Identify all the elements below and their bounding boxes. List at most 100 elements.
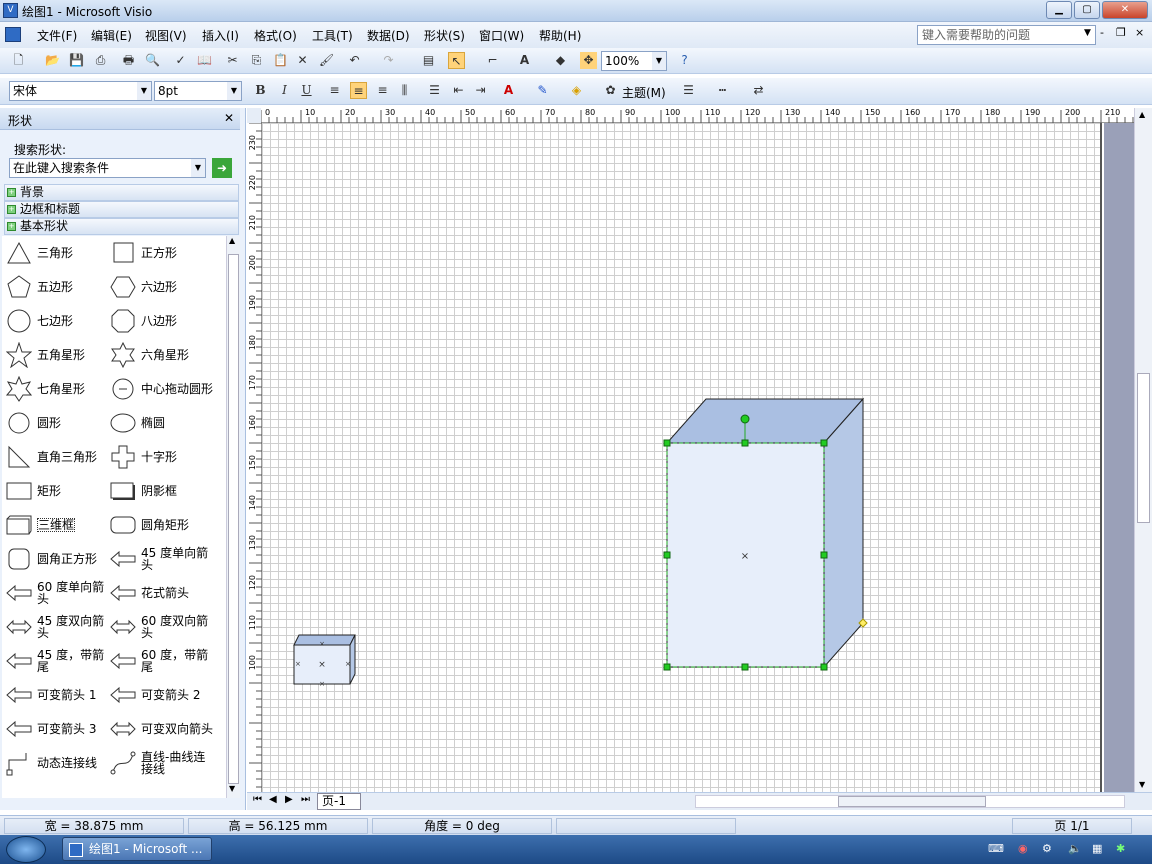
- font-size-select[interactable]: 8pt ▼: [154, 81, 242, 101]
- menu-view[interactable]: 视图(V): [145, 27, 187, 44]
- shape-tail-arrow60[interactable]: 60 度，带箭尾: [110, 648, 208, 674]
- security-tray-icon[interactable]: ✱: [1116, 842, 1125, 855]
- shape-circle[interactable]: 圆形: [6, 410, 61, 436]
- menu-tools[interactable]: 工具(T): [312, 27, 353, 44]
- shape-arrow60[interactable]: 60 度单向箭头: [6, 580, 104, 606]
- theme-icon[interactable]: ✿: [602, 82, 619, 99]
- page-tab[interactable]: 页-1: [317, 793, 361, 810]
- pan-zoom-icon[interactable]: ✥: [580, 52, 597, 69]
- font-color-icon[interactable]: A: [500, 82, 517, 99]
- search-go-button[interactable]: ➜: [212, 158, 232, 178]
- canvas-vertical-scrollbar[interactable]: ▲ ▼: [1134, 108, 1152, 792]
- shape-tail-arrow45[interactable]: 45 度，带箭尾: [6, 648, 104, 674]
- shape-double-arrow45[interactable]: 45 度双向箭头: [6, 614, 104, 640]
- bold-button[interactable]: B: [252, 82, 269, 99]
- undo-icon[interactable]: ↶: [346, 52, 363, 69]
- category-background[interactable]: + 背景: [4, 184, 239, 201]
- increase-indent-icon[interactable]: ⇥: [472, 82, 489, 99]
- shape-triangle[interactable]: 三角形: [6, 240, 73, 266]
- volume-icon[interactable]: 🔈: [1068, 842, 1082, 855]
- stencil-scrollbar[interactable]: ▲ ▼: [226, 236, 240, 798]
- shape-variable-arrow3[interactable]: 可变箭头 3: [6, 716, 96, 742]
- keyboard-tray-icon[interactable]: ⌨: [988, 842, 1004, 855]
- zoom-select[interactable]: 100% ▼: [601, 51, 667, 71]
- paste-icon[interactable]: 📋: [272, 52, 289, 69]
- shape-3d-box[interactable]: 三维框: [6, 512, 76, 538]
- document-icon[interactable]: [5, 27, 21, 42]
- distribute-icon[interactable]: ⫼: [396, 82, 413, 99]
- connector-tool-icon[interactable]: ⌐: [484, 52, 501, 69]
- copy-icon[interactable]: ⎘: [248, 52, 265, 69]
- decrease-indent-icon[interactable]: ⇤: [450, 82, 467, 99]
- shape-star6[interactable]: 六角星形: [110, 342, 189, 368]
- shape-cross[interactable]: 十字形: [110, 444, 177, 470]
- help-search-input[interactable]: 键入需要帮助的问题: [917, 25, 1096, 45]
- prev-page-icon[interactable]: ◀: [269, 794, 277, 805]
- tools-tray-icon[interactable]: ⚙: [1042, 842, 1052, 855]
- shape-variable-double-arrow[interactable]: 可变双向箭头: [110, 716, 213, 742]
- shape-rounded-square[interactable]: 圆角正方形: [6, 546, 97, 572]
- last-page-icon[interactable]: ⏭: [301, 794, 310, 805]
- shape-star5[interactable]: 五角星形: [6, 342, 85, 368]
- italic-button[interactable]: I: [276, 82, 293, 99]
- redo-icon[interactable]: ↷: [380, 52, 397, 69]
- first-page-icon[interactable]: ⏮: [253, 794, 262, 805]
- fill-color-icon[interactable]: ◈: [568, 82, 585, 99]
- cut-icon[interactable]: ✂: [224, 52, 241, 69]
- font-select[interactable]: 宋体 ▼: [9, 81, 152, 101]
- shape-line-curve-connector[interactable]: 直线-曲线连 接线: [110, 750, 205, 776]
- line-pattern-icon[interactable]: ┅: [714, 82, 731, 99]
- shape-star7[interactable]: 七角星形: [6, 376, 85, 402]
- save-icon[interactable]: 💾: [68, 52, 85, 69]
- menu-edit[interactable]: 编辑(E): [91, 27, 132, 44]
- underline-button[interactable]: U: [298, 82, 315, 99]
- text-tool-icon[interactable]: A: [516, 52, 533, 69]
- research-icon[interactable]: 📖: [196, 52, 213, 69]
- shape-shadow-box[interactable]: 阴影框: [110, 478, 177, 504]
- close-button[interactable]: ✕: [1102, 1, 1148, 19]
- start-button[interactable]: [6, 836, 46, 863]
- shape-square[interactable]: 正方形: [110, 240, 177, 266]
- network-icon[interactable]: ▦: [1092, 842, 1102, 855]
- shape-center-circle[interactable]: 中心拖动圆形: [110, 376, 213, 402]
- shape-arrow45[interactable]: 45 度单向箭头: [110, 546, 208, 572]
- shape-variable-arrow2[interactable]: 可变箭头 2: [110, 682, 200, 708]
- category-basic-shapes[interactable]: + 基本形状: [4, 218, 239, 235]
- line-ends-icon[interactable]: ⇄: [750, 82, 767, 99]
- line-color-icon[interactable]: ✎: [534, 82, 551, 99]
- next-page-icon[interactable]: ▶: [285, 794, 293, 805]
- shape-octagon[interactable]: 八边形: [110, 308, 177, 334]
- shape-dynamic-connector[interactable]: 动态连接线: [6, 750, 97, 776]
- align-right-icon[interactable]: ≡: [374, 82, 391, 99]
- shape-pentagon[interactable]: 五边形: [6, 274, 73, 300]
- print-icon[interactable]: ⎙: [92, 52, 109, 69]
- small-3d-box[interactable]: × × × × ×: [293, 634, 356, 688]
- shapes-window-icon[interactable]: ▤: [420, 52, 437, 69]
- doc-close-icon[interactable]: ×: [1135, 26, 1144, 39]
- preview-icon[interactable]: 🔍: [144, 52, 161, 69]
- shape-heptagon[interactable]: 七边形: [6, 308, 73, 334]
- shape-rectangle[interactable]: 矩形: [6, 478, 61, 504]
- search-shapes-input[interactable]: 在此键入搜索条件 ▼: [9, 158, 206, 178]
- shape-rounded-rect[interactable]: 圆角矩形: [110, 512, 189, 538]
- menu-insert[interactable]: 插入(I): [202, 27, 239, 44]
- category-borders-titles[interactable]: + 边框和标题: [4, 201, 239, 218]
- line-weight-icon[interactable]: ☰: [680, 82, 697, 99]
- maximize-button[interactable]: ▢: [1074, 1, 1100, 19]
- menu-data[interactable]: 数据(D): [367, 27, 410, 44]
- taskbar-visio-button[interactable]: 绘图1 - Microsoft ...: [62, 837, 212, 861]
- open-icon[interactable]: 📂: [44, 52, 61, 69]
- new-icon[interactable]: 🗋: [10, 52, 27, 69]
- shape-variable-arrow1[interactable]: 可变箭头 1: [6, 682, 96, 708]
- shape-right-triangle[interactable]: 直角三角形: [6, 444, 97, 470]
- menu-help[interactable]: 帮助(H): [539, 27, 581, 44]
- doc-restore-icon[interactable]: ❐: [1116, 26, 1126, 39]
- drawing-page[interactable]: × × × × × ×: [262, 123, 1102, 792]
- shape-fancy-arrow[interactable]: 花式箭头: [110, 580, 189, 606]
- shape-ellipse[interactable]: 椭圆: [110, 410, 165, 436]
- menu-window[interactable]: 窗口(W): [479, 27, 524, 44]
- shape-hexagon[interactable]: 六边形: [110, 274, 177, 300]
- pointer-tool-icon[interactable]: ↖: [448, 52, 465, 69]
- shape-double-arrow60[interactable]: 60 度双向箭头: [110, 614, 208, 640]
- align-left-icon[interactable]: ≡: [326, 82, 343, 99]
